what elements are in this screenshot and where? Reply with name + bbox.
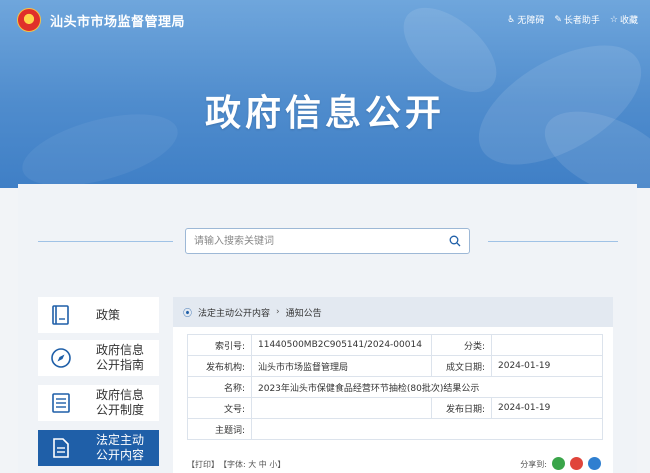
article-toolbar: 【打印】 【字体: 大 中 小】 分享到: xyxy=(187,457,603,471)
content-panel: ⦿ 法定主动公开内容 › 通知公告 索引号: 11440500MB2C90514… xyxy=(173,297,613,473)
elder-assist-button[interactable]: ✎ 长者助手 xyxy=(554,13,600,27)
print-button[interactable]: 【打印】 xyxy=(187,459,219,470)
document-list-icon xyxy=(52,393,70,413)
national-emblem-icon xyxy=(17,8,41,32)
font-size-controls: 【字体: 大 中 小】 xyxy=(219,460,286,469)
breadcrumb-current[interactable]: 通知公告 xyxy=(286,306,322,319)
search-icon[interactable] xyxy=(449,235,461,247)
compass-icon xyxy=(51,348,71,368)
sidebar-item-guide[interactable]: 政府信息 公开指南 xyxy=(38,340,159,376)
page-title: 政府信息公开 xyxy=(204,93,445,134)
wechat-share-icon[interactable] xyxy=(552,457,565,470)
accessibility-button[interactable]: ♿ 无障碍 xyxy=(507,13,544,27)
accessibility-icon: ♿ xyxy=(507,14,516,25)
main-panel: 政策 政府信息公开指南 政府信息公开制度 法定主动公开内容 ⦿ 法定主动公开内容 xyxy=(18,184,637,473)
sidebar-item-label: 政策 xyxy=(96,307,121,322)
weibo-share-icon[interactable] xyxy=(570,457,583,470)
table-row: 发布机构: 汕头市市场监督管理局 成文日期: 2024-01-19 xyxy=(187,355,603,377)
document-meta-table: 索引号: 11440500MB2C905141/2024-00014 分类: 发… xyxy=(187,334,603,440)
divider-line xyxy=(38,241,173,242)
site-name[interactable]: 汕头市市场监督管理局 xyxy=(50,11,185,30)
book-icon xyxy=(52,305,69,325)
sidebar-item-label: 政府信息 公开制度 xyxy=(96,388,145,417)
qq-share-icon[interactable] xyxy=(588,457,601,470)
share-label: 分享到: xyxy=(520,460,547,469)
table-row: 索引号: 11440500MB2C905141/2024-00014 分类: xyxy=(187,334,603,356)
top-bar: 汕头市市场监督管理局 ♿ 无障碍 ✎ 长者助手 ☆ 收藏 xyxy=(0,0,650,40)
table-row: 文号: 发布日期: 2024-01-19 xyxy=(187,397,603,419)
table-row: 名称: 2023年汕头市保健食品经营环节抽检(80批次)结果公示 xyxy=(187,376,603,398)
breadcrumb-link[interactable]: 法定主动公开内容 xyxy=(198,306,270,319)
hero-banner: 汕头市市场监督管理局 ♿ 无障碍 ✎ 长者助手 ☆ 收藏 政府信息公开 xyxy=(0,0,650,188)
sidebar-item-statutory[interactable]: 法定主动 公开内容 xyxy=(38,430,159,466)
divider-line xyxy=(488,241,618,242)
sidebar-item-system[interactable]: 政府信息 公开制度 xyxy=(38,385,159,421)
file-icon xyxy=(53,438,69,458)
sidebar-item-label: 法定主动 公开内容 xyxy=(96,433,145,462)
favorite-button[interactable]: ☆ 收藏 xyxy=(609,13,638,27)
sidebar-item-label: 政府信息 公开指南 xyxy=(96,343,145,372)
elder-icon: ✎ xyxy=(554,14,562,25)
font-large-button[interactable]: 大 xyxy=(248,460,256,469)
search-input[interactable] xyxy=(194,233,434,249)
font-small-button[interactable]: 小】 xyxy=(269,460,285,469)
breadcrumb: ⦿ 法定主动公开内容 › 通知公告 xyxy=(173,297,613,327)
search-box xyxy=(185,228,470,254)
header-tools: ♿ 无障碍 ✎ 长者助手 ☆ 收藏 xyxy=(507,13,638,27)
star-icon: ☆ xyxy=(609,14,618,25)
font-medium-button[interactable]: 中 xyxy=(259,460,267,469)
chevron-right-icon: › xyxy=(276,307,280,317)
table-row: 主题词: xyxy=(187,418,603,440)
sidebar-item-policy[interactable]: 政策 xyxy=(38,297,159,333)
location-pin-icon: ⦿ xyxy=(183,308,193,319)
